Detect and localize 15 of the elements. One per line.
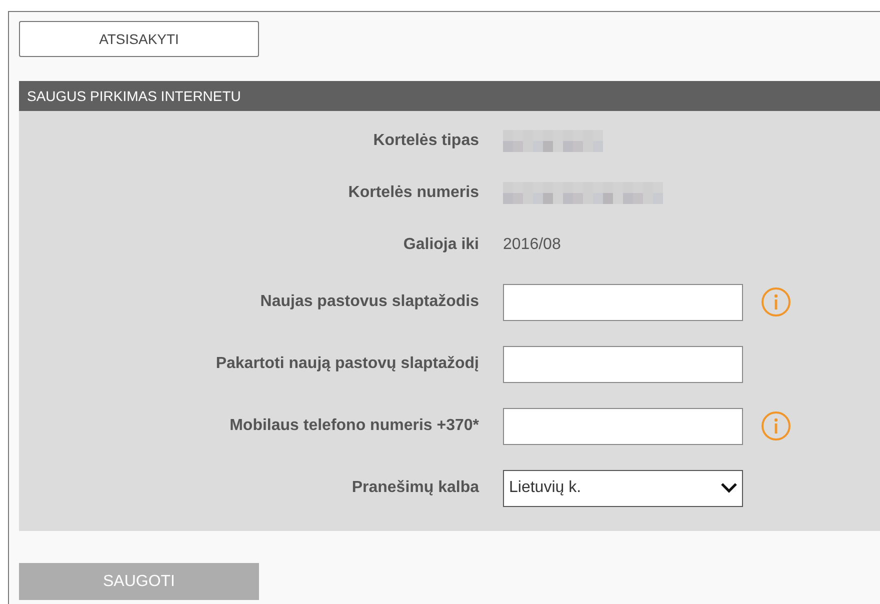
cancel-button[interactable]: ATSISAKYTI [19, 21, 259, 57]
field-label: Galioja iki [402, 235, 479, 255]
language-select[interactable]: Lietuvių k. [503, 470, 743, 506]
expiry-value: 2016/08 [503, 236, 561, 253]
field-label: Pranešimų kalba [350, 478, 479, 498]
section-header: SAUGUS PIRKIMAS INTERNETU [19, 81, 880, 111]
field-label: Kortelės numeris [347, 183, 479, 203]
field-label: Mobilaus telefono numeris +370* [228, 416, 479, 436]
field-label: Pakartoti naują pastovų slaptažodį [214, 354, 479, 374]
input-field[interactable] [503, 408, 743, 444]
chevron-down-icon [720, 482, 738, 494]
input-field[interactable] [503, 346, 743, 382]
input-field[interactable] [503, 284, 743, 320]
field-label: Kortelės tipas [372, 131, 479, 151]
field-label: Naujas pastovus slaptažodis [259, 292, 479, 312]
